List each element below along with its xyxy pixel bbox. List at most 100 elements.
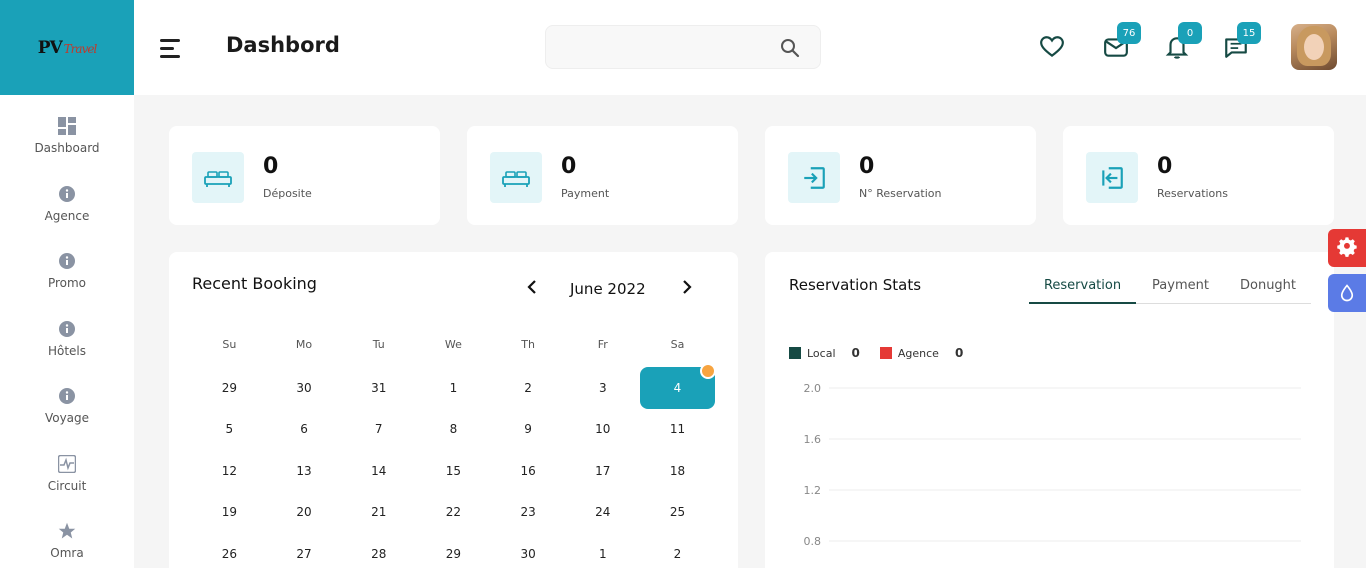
- recent-booking-title: Recent Booking: [192, 274, 317, 293]
- calendar-day[interactable]: 23: [491, 505, 566, 519]
- stat-card-deposite: 0 Déposite: [169, 126, 440, 225]
- calendar-day-selected[interactable]: 4: [640, 362, 716, 409]
- calendar-day[interactable]: 1: [565, 547, 640, 561]
- calendar-day[interactable]: 19: [192, 505, 267, 519]
- calendar-day-number: 4: [673, 380, 682, 395]
- legend-swatch-local: [789, 347, 801, 359]
- info-icon: [58, 320, 76, 338]
- stats-tabs: Reservation Payment Donught: [1029, 276, 1311, 304]
- info-icon: [58, 185, 76, 203]
- sidebar-item-label: Hôtels: [47, 343, 87, 358]
- calendar-day[interactable]: 22: [416, 505, 491, 519]
- sidebar-item-label: Circuit: [47, 478, 87, 493]
- dashboard-grid-icon: [58, 117, 76, 135]
- login-icon: [788, 152, 840, 203]
- weekday-label: Sa: [670, 338, 685, 351]
- weekday-label: Fr: [597, 338, 608, 351]
- chevron-left-icon[interactable]: [524, 279, 540, 295]
- calendar-day[interactable]: 9: [491, 422, 566, 436]
- calendar-day[interactable]: 30: [267, 381, 342, 395]
- search-input[interactable]: [546, 26, 766, 68]
- sidebar-item-omra[interactable]: Omra: [0, 518, 134, 568]
- calendar-day[interactable]: 2: [640, 547, 715, 561]
- calendar-day[interactable]: 30: [491, 547, 566, 561]
- calendar-day[interactable]: 31: [341, 381, 416, 395]
- calendar-day[interactable]: 20: [267, 505, 342, 519]
- search-icon[interactable]: [780, 38, 800, 58]
- tab-reservation[interactable]: Reservation: [1029, 276, 1136, 304]
- calendar-day[interactable]: 5: [192, 422, 267, 436]
- calendar-day[interactable]: 28: [341, 547, 416, 561]
- weekday-label: We: [444, 338, 462, 351]
- calendar-day[interactable]: 10: [565, 422, 640, 436]
- menu-toggle-icon[interactable]: [160, 39, 182, 58]
- calendar-day[interactable]: 18: [640, 464, 715, 478]
- bed-icon: [192, 152, 244, 203]
- stat-card-n-reservation: 0 N° Reservation: [765, 126, 1036, 225]
- chat-icon[interactable]: 15: [1223, 22, 1261, 60]
- calendar-weekday-row: Su Mo Tu We Th Fr Sa: [192, 338, 715, 367]
- calendar-day[interactable]: 21: [341, 505, 416, 519]
- info-icon: [58, 252, 76, 270]
- sidebar-item-label: Omra: [50, 546, 84, 560]
- stat-value: 0: [1157, 154, 1173, 179]
- sidebar-item-promo[interactable]: Promo: [0, 248, 134, 316]
- settings-gear-icon[interactable]: [1328, 229, 1366, 267]
- page-title: Dashbord: [226, 33, 340, 57]
- sidebar-item-hotels[interactable]: Hôtels: [0, 316, 134, 384]
- calendar-day[interactable]: 8: [416, 422, 491, 436]
- reservation-stats-card: Reservation Stats Reservation Payment Do…: [765, 252, 1334, 568]
- mail-icon[interactable]: 76: [1103, 22, 1141, 60]
- logout-icon: [1086, 152, 1138, 203]
- stat-card-reservations: 0 Reservations: [1063, 126, 1334, 225]
- sidebar-item-circuit[interactable]: Circuit: [0, 451, 134, 519]
- sidebar-item-label: Voyage: [44, 411, 90, 425]
- recent-booking-card: Recent Booking June 2022 Su Mo Tu We Th …: [169, 252, 738, 568]
- calendar-day[interactable]: 3: [565, 381, 640, 395]
- bell-icon[interactable]: 0: [1164, 22, 1202, 60]
- y-tick-label: 2.0: [804, 382, 822, 395]
- calendar-day[interactable]: 11: [640, 422, 715, 436]
- mail-count-badge: 76: [1117, 22, 1141, 44]
- calendar-day[interactable]: 25: [640, 505, 715, 519]
- calendar-day[interactable]: 29: [192, 381, 267, 395]
- calendar-day[interactable]: 16: [491, 464, 566, 478]
- y-tick-label: 1.6: [804, 433, 822, 446]
- stat-label: Déposite: [263, 187, 312, 200]
- calendar-day[interactable]: 27: [267, 547, 342, 561]
- sidebar-item-voyage[interactable]: Voyage: [0, 383, 134, 451]
- user-avatar[interactable]: [1291, 24, 1337, 70]
- calendar-day[interactable]: 29: [416, 547, 491, 561]
- stat-value: 0: [263, 154, 279, 179]
- bed-icon: [490, 152, 542, 203]
- calendar-day[interactable]: 26: [192, 547, 267, 561]
- calendar-day[interactable]: 7: [341, 422, 416, 436]
- heart-icon[interactable]: [1039, 34, 1065, 60]
- sidebar-nav: Dashboard Agence Promo Hôtels Voyage Cir…: [0, 95, 134, 568]
- y-tick-label: 1.2: [804, 484, 822, 497]
- tab-payment[interactable]: Payment: [1136, 276, 1225, 304]
- brand-logo-area[interactable]: PV Travel: [0, 0, 134, 95]
- theme-drop-icon[interactable]: [1328, 274, 1366, 312]
- reservation-stats-title: Reservation Stats: [789, 276, 922, 294]
- calendar-week-row: 26 27 28 29 30 1 2: [192, 533, 715, 568]
- calendar-day[interactable]: 15: [416, 464, 491, 478]
- calendar-month: June 2022: [570, 280, 646, 298]
- calendar-day[interactable]: 14: [341, 464, 416, 478]
- calendar-day[interactable]: 2: [491, 381, 566, 395]
- message-count-badge: 15: [1237, 22, 1261, 44]
- chevron-right-icon[interactable]: [679, 279, 695, 295]
- calendar-day[interactable]: 6: [267, 422, 342, 436]
- tab-donught[interactable]: Donught: [1225, 276, 1311, 304]
- sidebar-item-agence[interactable]: Agence: [0, 181, 134, 249]
- calendar-day[interactable]: 17: [565, 464, 640, 478]
- top-header: Dashbord 76 0 15: [134, 0, 1366, 95]
- calendar-day[interactable]: 24: [565, 505, 640, 519]
- calendar-week-row: 29 30 31 1 2 3 4: [192, 362, 716, 409]
- legend-label: Agence: [897, 346, 939, 360]
- sidebar-item-label: Dashboard: [34, 141, 100, 155]
- sidebar-item-dashboard[interactable]: Dashboard: [0, 113, 134, 181]
- calendar-day[interactable]: 1: [416, 381, 491, 395]
- calendar-day[interactable]: 12: [192, 464, 267, 478]
- calendar-day[interactable]: 13: [267, 464, 342, 478]
